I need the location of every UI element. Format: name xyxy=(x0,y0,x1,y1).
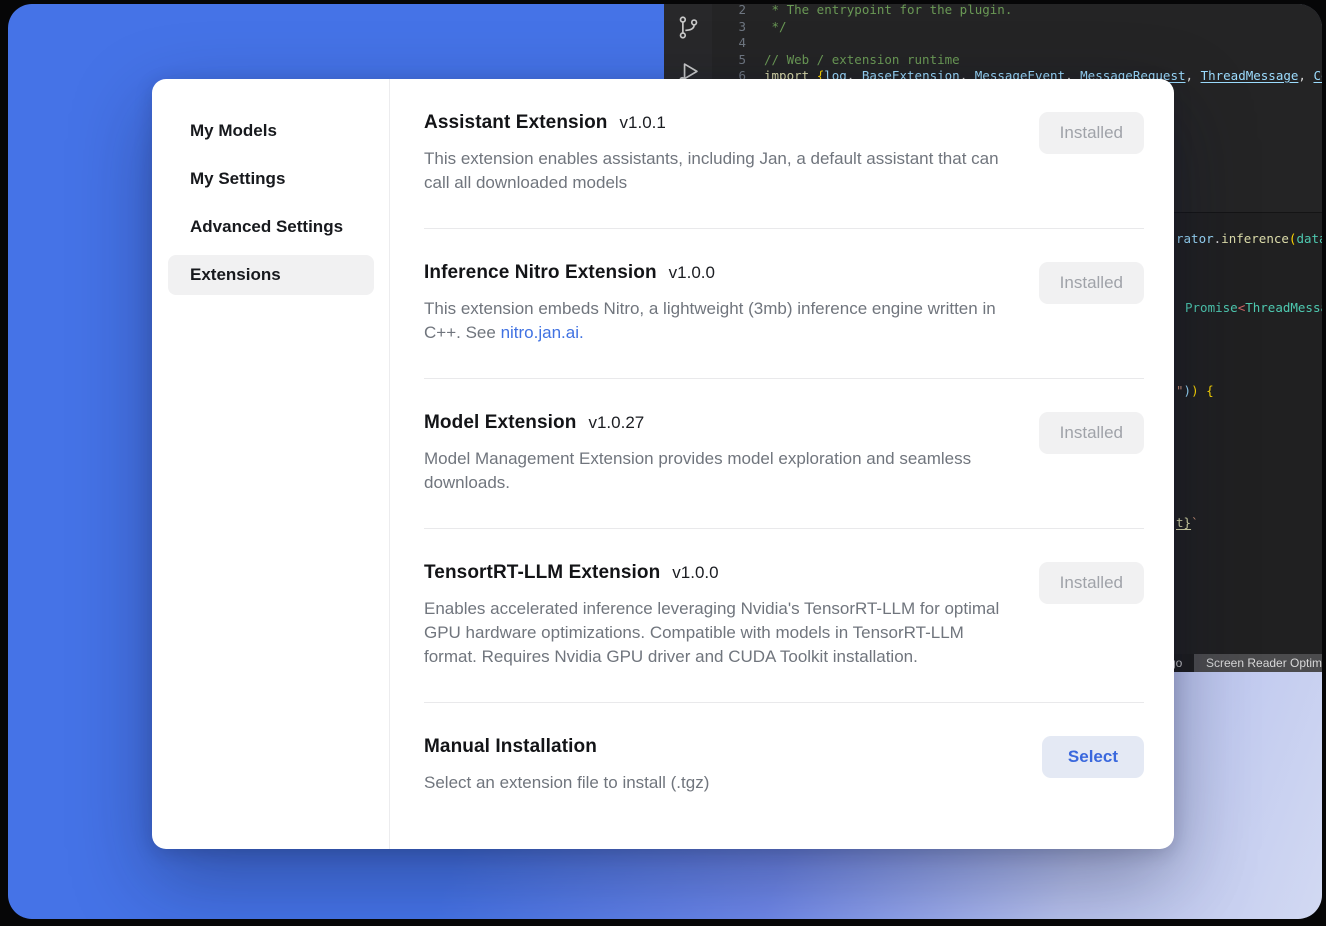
code-fragment: Promise<ThreadMessage> xyxy=(1185,300,1322,316)
extension-description: Select an extension file to install (.tg… xyxy=(424,771,1009,795)
app-window: 2 * The entrypoint for the plugin.3 */45… xyxy=(8,4,1322,919)
code-fragment: ")) { xyxy=(1176,383,1214,399)
status-item-screen-reader[interactable]: Screen Reader Optimize xyxy=(1194,654,1322,672)
extension-version: v1.0.1 xyxy=(620,113,666,133)
settings-sidebar: My Models My Settings Advanced Settings … xyxy=(152,79,390,849)
sidebar-item-extensions[interactable]: Extensions xyxy=(168,255,374,295)
extension-name: Model Extension xyxy=(424,412,576,434)
extension-row-model: Model Extension v1.0.27 Model Management… xyxy=(424,378,1144,528)
sidebar-item-my-models[interactable]: My Models xyxy=(168,111,374,151)
extension-row-assistant: Assistant Extension v1.0.1 This extensio… xyxy=(424,79,1144,228)
source-control-icon[interactable] xyxy=(675,14,702,41)
installed-button[interactable]: Installed xyxy=(1039,112,1144,154)
extension-name: Assistant Extension xyxy=(424,112,608,134)
extension-row-tensorrt-llm: TensortRT-LLM Extension v1.0.0 Enables a… xyxy=(424,528,1144,702)
sidebar-item-advanced-settings[interactable]: Advanced Settings xyxy=(168,207,374,247)
select-button[interactable]: Select xyxy=(1042,736,1144,778)
extensions-list: Assistant Extension v1.0.1 This extensio… xyxy=(390,79,1174,849)
installed-button[interactable]: Installed xyxy=(1039,412,1144,454)
code-lines: 2 * The entrypoint for the plugin.3 */45… xyxy=(712,4,1322,85)
installed-button[interactable]: Installed xyxy=(1039,562,1144,604)
extension-description: This extension enables assistants, inclu… xyxy=(424,147,1009,195)
extension-description: Model Management Extension provides mode… xyxy=(424,447,1009,495)
extension-row-manual-installation: Manual Installation Select an extension … xyxy=(424,702,1144,828)
extension-row-inference-nitro: Inference Nitro Extension v1.0.0 This ex… xyxy=(424,228,1144,378)
extension-name: TensortRT-LLM Extension xyxy=(424,562,660,584)
installed-button[interactable]: Installed xyxy=(1039,262,1144,304)
extension-description: Enables accelerated inference leveraging… xyxy=(424,597,1009,669)
sidebar-item-my-settings[interactable]: My Settings xyxy=(168,159,374,199)
nitro-jan-ai-link[interactable]: nitro.jan.ai. xyxy=(501,323,584,342)
extension-version: v1.0.27 xyxy=(588,413,644,433)
settings-modal: My Models My Settings Advanced Settings … xyxy=(152,79,1174,849)
extension-description: This extension embeds Nitro, a lightweig… xyxy=(424,297,1009,345)
code-fragment: rator.inference(data)); xyxy=(1176,231,1322,247)
code-fragment: t}` xyxy=(1176,515,1199,531)
extension-version: v1.0.0 xyxy=(672,563,718,583)
extension-version: v1.0.0 xyxy=(669,263,715,283)
extension-name: Manual Installation xyxy=(424,736,597,758)
extension-name: Inference Nitro Extension xyxy=(424,262,657,284)
